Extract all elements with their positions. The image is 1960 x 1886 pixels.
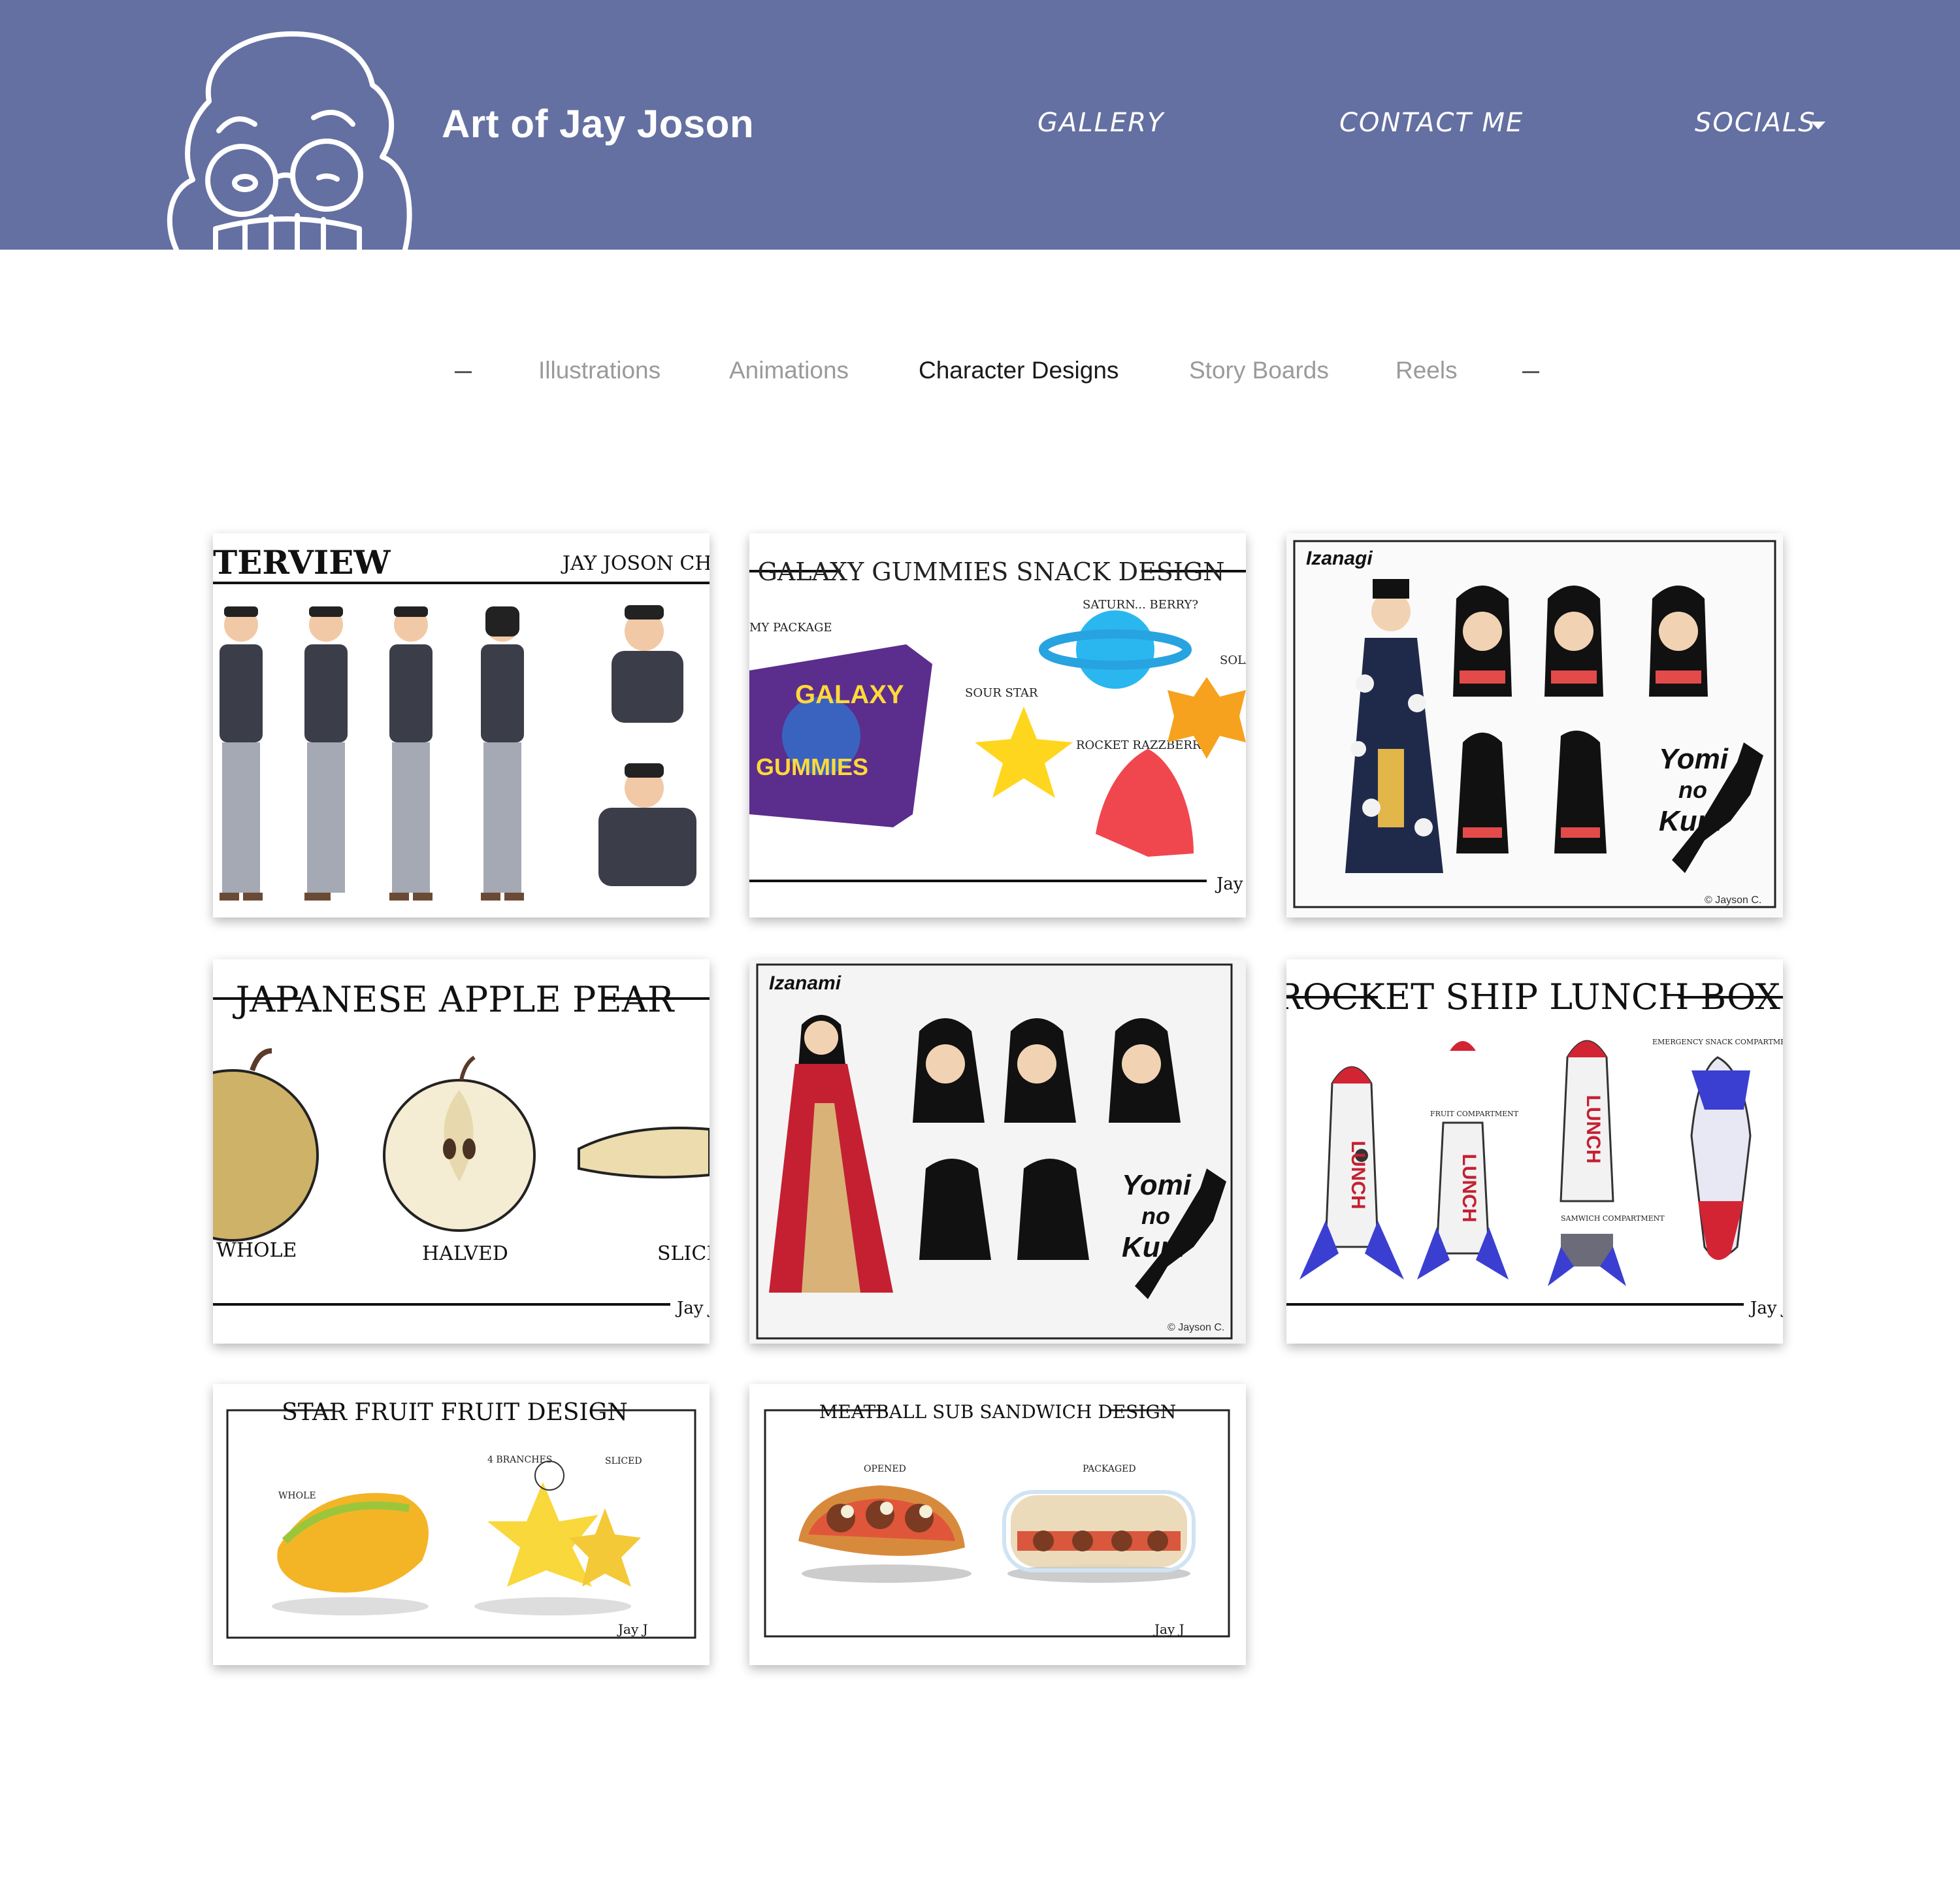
site-title[interactable]: Art of Jay Joson	[442, 101, 754, 146]
gallery-card-izanami[interactable]: Izanami Yomi no Kuni © Jayson C.	[749, 959, 1246, 1344]
divider-right	[1522, 371, 1539, 373]
gallery-card-star-fruit[interactable]: STAR FRUIT FRUIT DESIGN WHOLE 4 BRANCHES…	[213, 1384, 710, 1665]
card-label: WHOLE	[278, 1491, 316, 1501]
card-label: SOLAR	[1220, 653, 1246, 667]
card-label: Yomi	[1122, 1169, 1192, 1201]
package-label: GALAXY	[795, 680, 904, 709]
signature: Jay J	[675, 1299, 710, 1318]
card-label: Yomi	[1659, 743, 1729, 775]
chevron-down-icon[interactable]	[1811, 122, 1825, 129]
rocket-label: LUNCH	[1458, 1154, 1480, 1223]
divider-left	[455, 371, 472, 373]
signature: Jay J	[1215, 874, 1246, 894]
cartoon-face-logo-icon[interactable]	[157, 26, 418, 250]
gallery-card-rocket-lunch-box[interactable]: ROCKET SHIP LUNCH BOX LUNCH LUNCH LUNCH …	[1286, 959, 1783, 1344]
card-title: Izanagi	[1306, 548, 1373, 569]
tab-reels[interactable]: Reels	[1396, 357, 1458, 384]
card-title: ROCKET SHIP LUNCH BOX	[1286, 976, 1780, 1017]
gallery-card-galaxy-gummies[interactable]: GALAXY GUMMIES SNACK DESIGN MY PACKAGE S…	[749, 533, 1246, 918]
signature: Jay J	[617, 1621, 648, 1637]
category-tabs: Illustrations Animations Character Desig…	[0, 357, 1960, 387]
tab-animations[interactable]: Animations	[729, 357, 849, 384]
package-label: GUMMIES	[756, 753, 868, 780]
card-subtitle: JAY JOSON CHARACT	[561, 552, 710, 575]
nav-socials-dropdown[interactable]: SOCIALS	[1695, 108, 1816, 138]
card-label: © Jayson C.	[1168, 1322, 1224, 1333]
signature: Jay J	[1153, 1621, 1184, 1637]
card-label: FRUIT COMPARTMENT	[1430, 1110, 1519, 1118]
tab-character-designs[interactable]: Character Designs	[919, 357, 1119, 384]
card-title: Izanami	[769, 972, 841, 994]
signature: Jay J	[1748, 1299, 1783, 1318]
gallery-card-meatball-sub[interactable]: MEATBALL SUB SANDWICH DESIGN OPENED PACK…	[749, 1384, 1246, 1665]
gallery-card-izanagi[interactable]: Izanagi Yomi no Kuni © Jayson C.	[1286, 533, 1783, 918]
card-label: SAMWICH COMPARTMENT	[1561, 1214, 1665, 1223]
card-label: EMERGENCY SNACK COMPARTMENT	[1652, 1038, 1783, 1046]
gummy-package-icon: GALAXY GUMMIES	[749, 644, 932, 827]
card-title: STAR FRUIT FRUIT DESIGN	[282, 1399, 628, 1426]
card-title: GALAXY GUMMIES SNACK DESIGN	[758, 557, 1225, 586]
card-title: TERVIEW	[213, 543, 391, 582]
nav-contact-link[interactable]: CONTACT ME	[1339, 108, 1524, 138]
tab-story-boards[interactable]: Story Boards	[1189, 357, 1329, 384]
rocket-label: LUNCH	[1582, 1095, 1604, 1164]
packaged-sub-icon	[1002, 1490, 1196, 1583]
card-label: MY PACKAGE	[749, 621, 832, 635]
card-label: OPENED	[864, 1464, 906, 1474]
rocket-label: LUNCH	[1347, 1141, 1369, 1210]
site-header: Art of Jay Joson GALLERY CONTACT ME SOCI…	[0, 0, 1960, 250]
card-label: SLICED	[605, 1456, 642, 1466]
card-label: no	[1141, 1202, 1170, 1229]
card-label: no	[1678, 776, 1707, 803]
card-label: SATURN... BERRY?	[1083, 598, 1198, 612]
gallery-card-japanese-apple-pear[interactable]: JAPANESE APPLE PEAR WHOLE HALVED SLICED …	[213, 959, 710, 1344]
gallery-card-interview[interactable]: TERVIEW JAY JOSON CHARACT	[213, 533, 710, 918]
tab-illustrations[interactable]: Illustrations	[538, 357, 661, 384]
card-title: MEATBALL SUB SANDWICH DESIGN	[819, 1401, 1177, 1423]
card-label: ROCKET RAZZBERRY	[1076, 738, 1209, 752]
card-title: JAPANESE APPLE PEAR	[233, 979, 675, 1020]
nav-gallery-link[interactable]: GALLERY	[1037, 108, 1164, 138]
card-label: HALVED	[422, 1242, 508, 1265]
card-label: SLICED	[657, 1242, 710, 1265]
card-label: SOUR STAR	[965, 686, 1038, 700]
card-label: © Jayson C.	[1705, 895, 1761, 906]
card-label: WHOLE	[216, 1239, 297, 1262]
card-label: PACKAGED	[1083, 1464, 1136, 1474]
